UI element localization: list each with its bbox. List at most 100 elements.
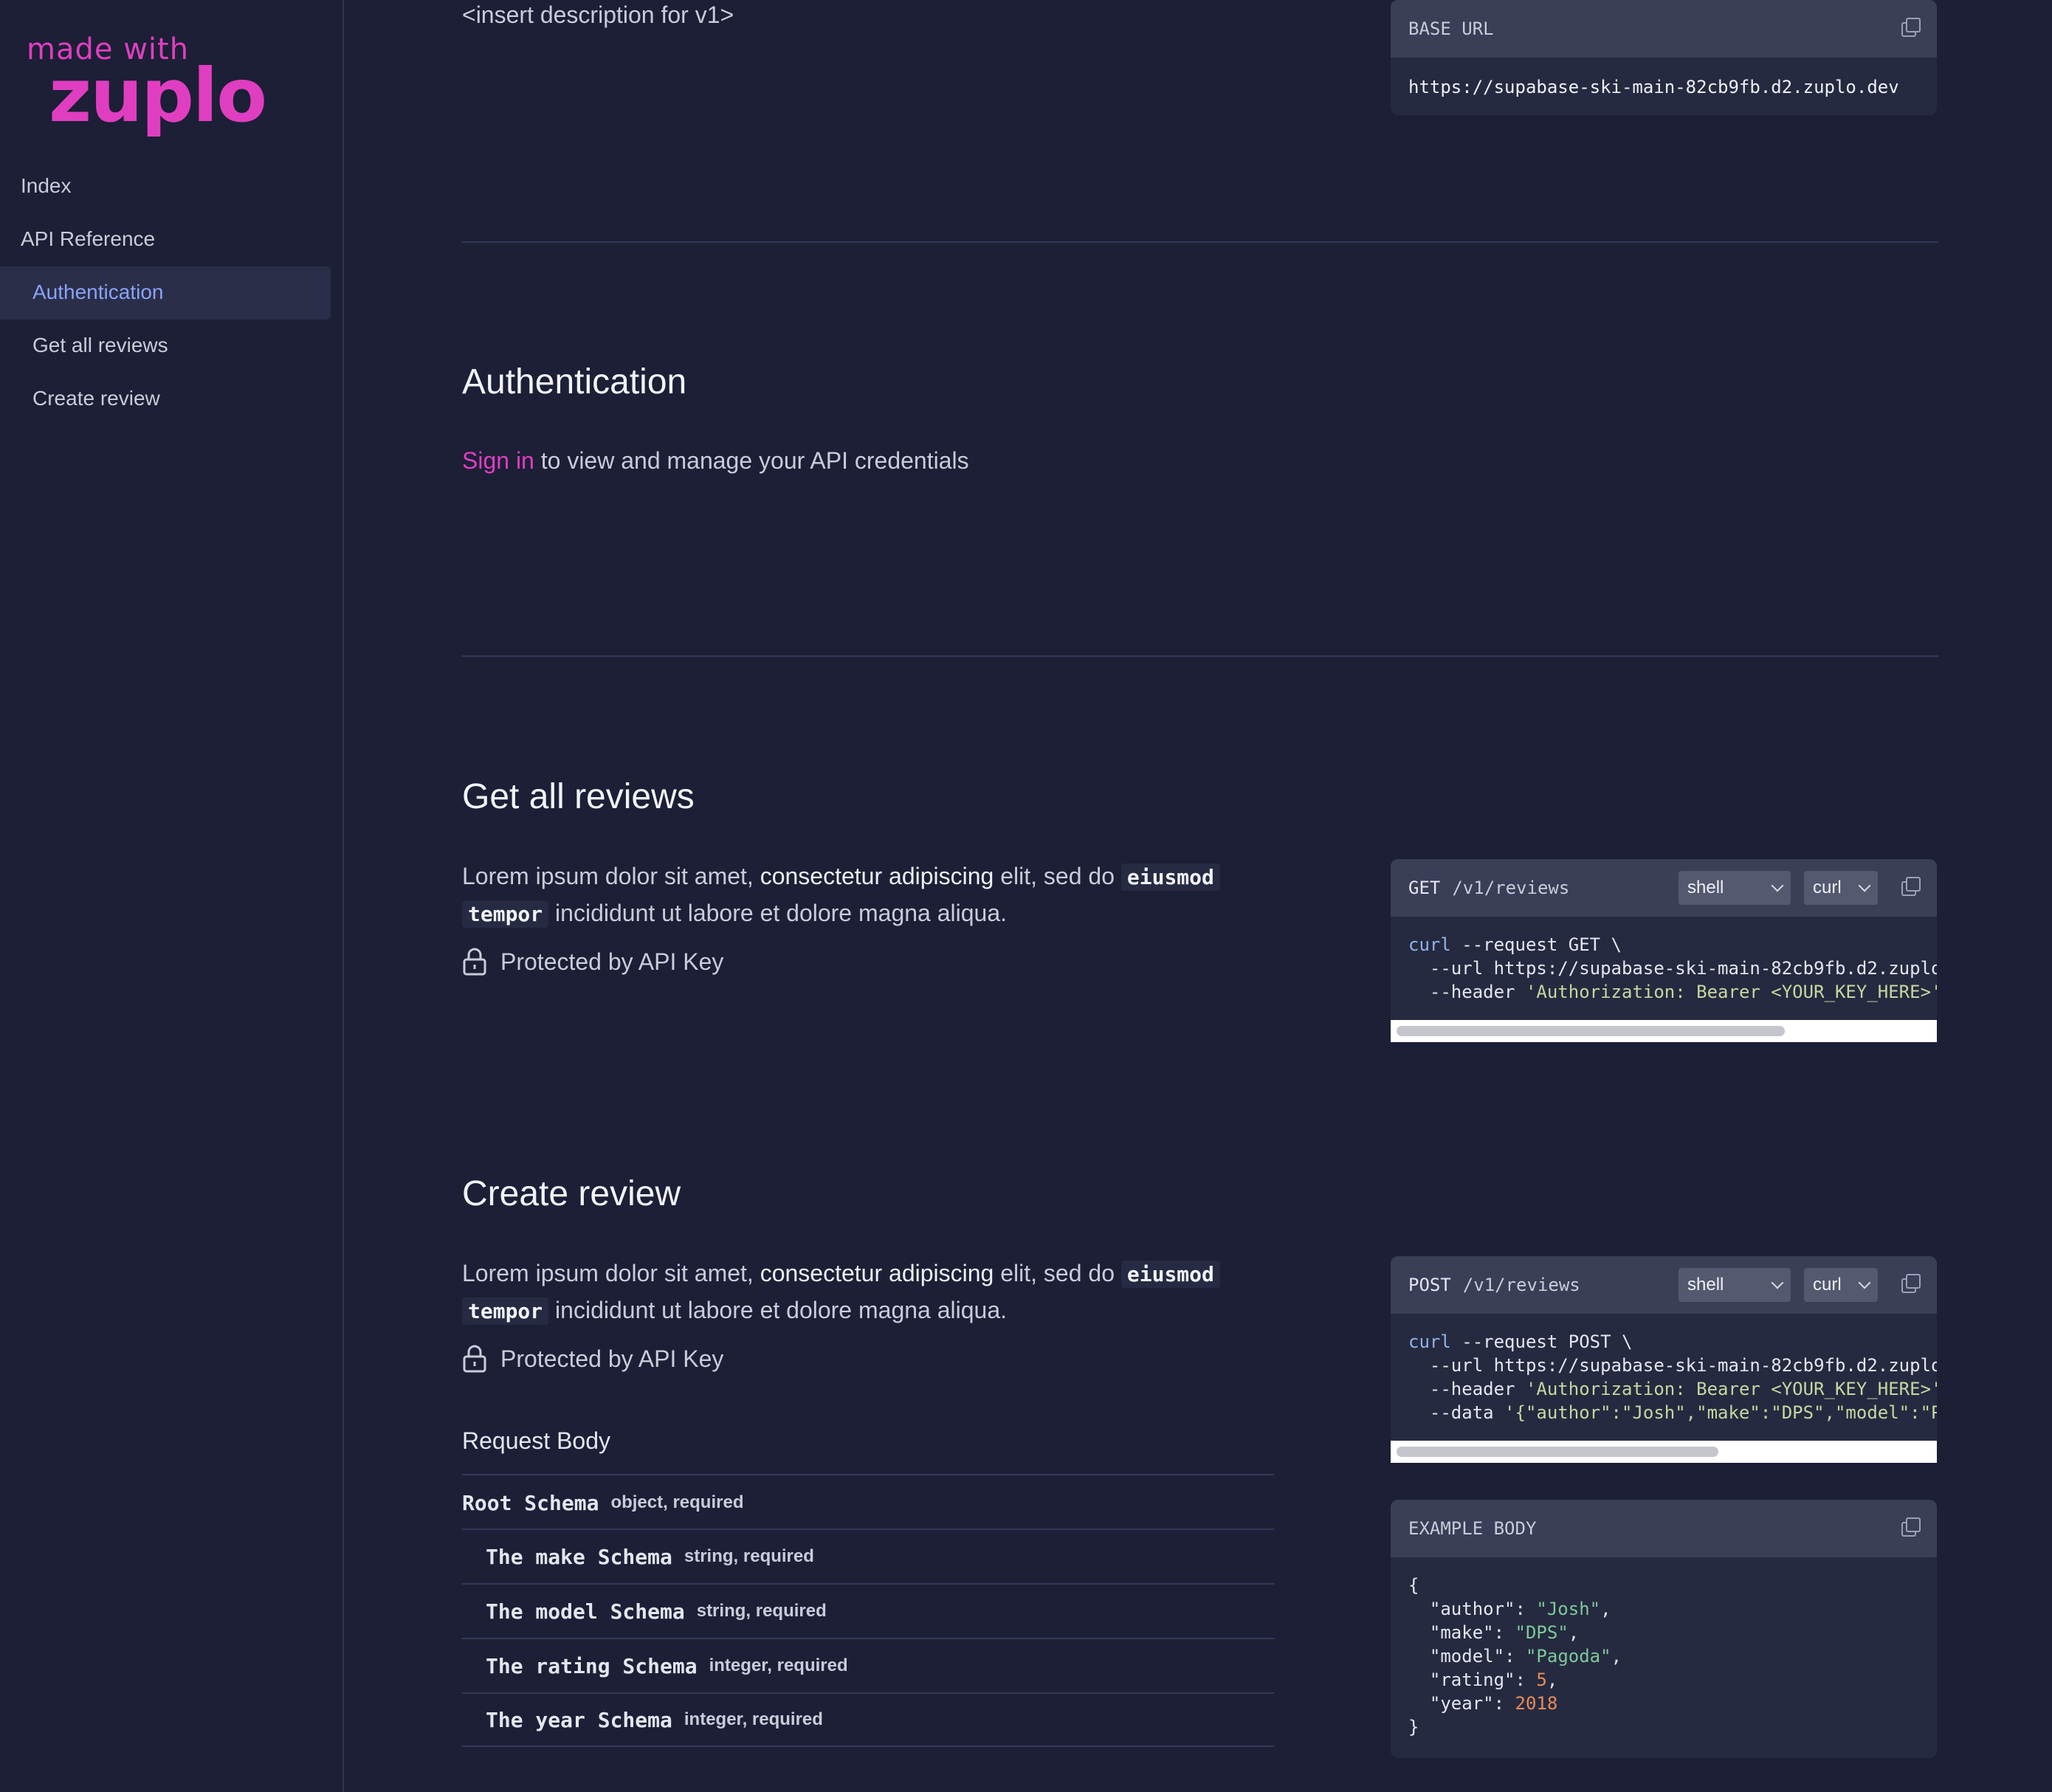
create-review-description: Lorem ipsum dolor sit amet, consectetur …	[462, 1255, 1230, 1329]
api-description: <insert description for v1>	[462, 1, 734, 28]
sidebar-item-authentication[interactable]: Authentication	[32, 280, 163, 304]
copy-icon[interactable]	[1901, 1517, 1921, 1538]
chevron-down-icon	[1858, 1276, 1871, 1289]
desc-text: incididunt ut labore et dolore magna ali…	[548, 900, 1008, 926]
schema-meta: integer, required	[684, 1709, 823, 1729]
code-block: curl --request POST \ --url https://supa…	[1391, 1314, 1937, 1441]
json-key: "model"	[1429, 1646, 1505, 1667]
schema-row[interactable]: The make Schema string, required	[462, 1529, 1274, 1583]
sidebar-item-get-all-reviews[interactable]: Get all reviews	[32, 334, 168, 357]
sidebar-item-create-review[interactable]: Create review	[32, 387, 160, 410]
language-select[interactable]: shell	[1679, 871, 1791, 905]
schema-row[interactable]: The model Schema string, required	[462, 1583, 1274, 1638]
json-value: "DPS"	[1515, 1622, 1569, 1643]
schema-name: The model Schema	[486, 1599, 685, 1624]
desc-bold: consectetur adipiscing	[760, 1260, 994, 1286]
chevron-down-icon	[1771, 879, 1784, 892]
schema-name: The rating Schema	[486, 1653, 698, 1678]
code-cmd: curl	[1408, 1331, 1451, 1352]
lock-icon	[463, 948, 486, 976]
sign-in-link[interactable]: Sign in	[462, 447, 534, 474]
request-body-heading: Request Body	[462, 1427, 611, 1454]
language-select-value: shell	[1687, 1275, 1724, 1295]
desc-code: eiusmod	[1120, 864, 1220, 891]
copy-icon[interactable]	[1901, 18, 1921, 38]
authentication-heading: Authentication	[462, 362, 687, 402]
schema-row[interactable]: Root Schema object, required	[462, 1474, 1274, 1530]
language-select[interactable]: shell	[1679, 1268, 1791, 1302]
base-url-value: https://supabase-ski-main-82cb9fb.d2.zup…	[1408, 77, 1899, 97]
schema-meta: string, required	[696, 1601, 827, 1621]
section-divider	[462, 241, 1938, 243]
desc-bold: consectetur adipiscing	[760, 863, 994, 889]
code-text: --request GET \	[1450, 934, 1622, 955]
json-value: "Pagoda"	[1525, 1646, 1611, 1667]
get-all-reviews-description: Lorem ipsum dolor sit amet, consectetur …	[462, 858, 1230, 932]
chevron-down-icon	[1771, 1276, 1784, 1289]
sidebar: made with zuplo Index API Reference Auth…	[0, 0, 344, 1792]
base-url-header: BASE URL	[1391, 0, 1937, 58]
json-key: "rating"	[1429, 1669, 1515, 1690]
schema-meta: integer, required	[709, 1655, 848, 1675]
example-body-label: EXAMPLE BODY	[1408, 1518, 1537, 1539]
client-select[interactable]: curl	[1804, 1268, 1878, 1302]
schema-row[interactable]: The rating Schema integer, required	[462, 1638, 1274, 1692]
create-review-heading: Create review	[462, 1174, 681, 1213]
code-string: 'Authorization: Bearer <YOUR_KEY_HERE>'	[1525, 1379, 1937, 1399]
code-text: --data	[1408, 1402, 1505, 1423]
desc-text: elit, sed do	[994, 1260, 1121, 1286]
desc-text: elit, sed do	[994, 863, 1121, 889]
desc-text: Lorem ipsum dolor sit amet,	[462, 863, 760, 889]
sidebar-item-api-reference[interactable]: API Reference	[21, 227, 155, 251]
desc-text: incididunt ut labore et dolore magna ali…	[548, 1297, 1008, 1323]
horizontal-scrollbar[interactable]	[1391, 1020, 1937, 1042]
client-select-value: curl	[1813, 878, 1842, 897]
example-json: { "author": "Josh", "make": "DPS", "mode…	[1408, 1575, 1622, 1737]
authentication-text: Sign in to view and manage your API cred…	[462, 447, 969, 475]
code-string: '{"author":"Josh","make":"DPS","model":"…	[1504, 1402, 1937, 1423]
code-text: --request POST \	[1450, 1331, 1633, 1352]
language-select-value: shell	[1687, 878, 1724, 897]
protected-badge: Protected by API Key	[462, 1345, 723, 1373]
base-url-label: BASE URL	[1408, 18, 1494, 39]
client-select[interactable]: curl	[1804, 871, 1878, 905]
code-string: 'Authorization: Bearer <YOUR_KEY_HERE>'	[1525, 982, 1937, 1002]
json-key: "year"	[1429, 1693, 1494, 1714]
section-divider	[462, 655, 1938, 657]
http-method: POST	[1408, 1275, 1451, 1295]
create-review-code-panel: POST /v1/reviews shell curl curl --reque…	[1391, 1256, 1937, 1463]
code-text: --url	[1408, 1355, 1494, 1376]
protected-text: Protected by API Key	[500, 1345, 724, 1372]
code-text: https://supabase-ski-main-82cb9fb.d2.zup…	[1493, 958, 1937, 979]
logo-brand: zuplo	[49, 52, 267, 139]
made-with-zuplo-logo[interactable]: made with zuplo	[27, 32, 267, 139]
code-text: --header	[1408, 982, 1526, 1002]
scrollbar-thumb[interactable]	[1397, 1447, 1718, 1457]
desc-code: tempor	[462, 1298, 549, 1325]
code-text: https://supabase-ski-main-82cb9fb.d2.zup…	[1493, 1355, 1937, 1376]
desc-text: Lorem ipsum dolor sit amet,	[462, 1260, 760, 1286]
copy-icon[interactable]	[1901, 1274, 1921, 1295]
copy-icon[interactable]	[1901, 877, 1921, 897]
code-text: --header	[1408, 1379, 1526, 1399]
schema-row[interactable]: The year Schema integer, required	[462, 1692, 1274, 1747]
json-value: 5	[1536, 1669, 1547, 1690]
json-value: 2018	[1515, 1693, 1558, 1714]
json-key: "author"	[1429, 1599, 1515, 1619]
endpoint-path: /v1/reviews	[1452, 878, 1570, 898]
base-url-panel: BASE URL https://supabase-ski-main-82cb9…	[1391, 0, 1937, 115]
horizontal-scrollbar[interactable]	[1391, 1441, 1937, 1463]
schema-meta: object, required	[610, 1492, 744, 1512]
schema-meta: string, required	[684, 1546, 814, 1566]
sidebar-item-index[interactable]: Index	[21, 174, 72, 198]
endpoint-path: /v1/reviews	[1462, 1275, 1580, 1295]
example-body-header: EXAMPLE BODY	[1391, 1500, 1937, 1557]
schema-name: The year Schema	[486, 1707, 672, 1732]
get-reviews-code-panel: GET /v1/reviews shell curl curl --reques…	[1391, 859, 1937, 1042]
desc-code: eiusmod	[1120, 1261, 1220, 1288]
chevron-down-icon	[1858, 879, 1871, 892]
scrollbar-thumb[interactable]	[1397, 1026, 1785, 1036]
code-cmd: curl	[1408, 934, 1451, 955]
json-value: "Josh"	[1536, 1599, 1601, 1619]
lock-icon	[463, 1345, 486, 1373]
